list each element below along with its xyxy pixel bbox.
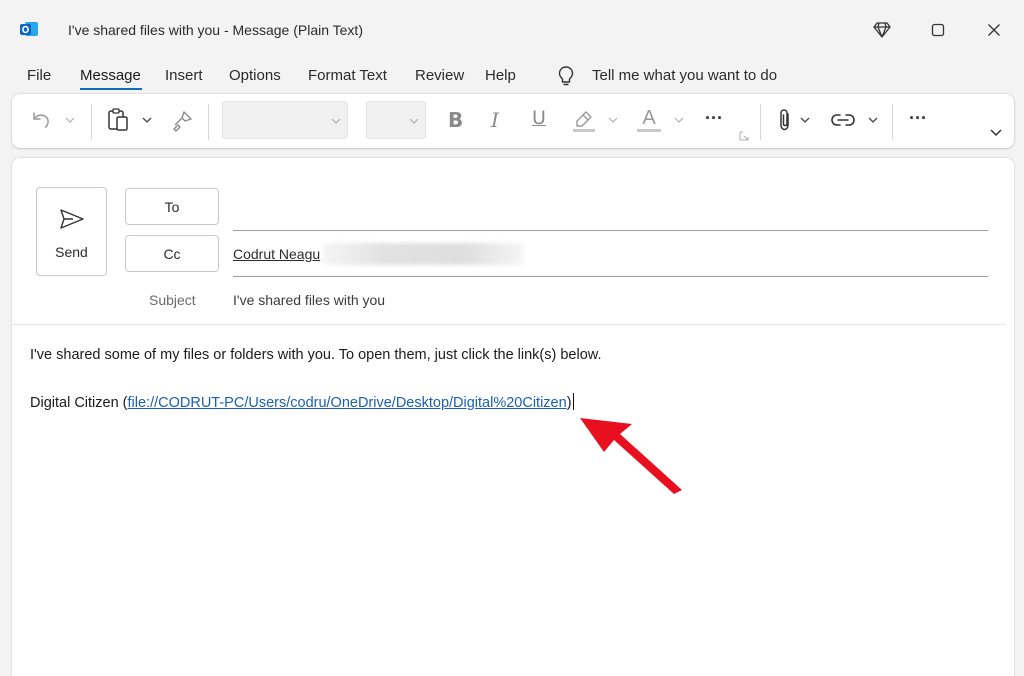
- more-commands-button[interactable]: ···: [904, 106, 932, 130]
- paste-dropdown[interactable]: [140, 112, 154, 128]
- format-painter-icon: [173, 111, 192, 132]
- cc-recipient[interactable]: Codrut Neagu: [233, 246, 320, 262]
- menu-options[interactable]: Options: [229, 67, 281, 84]
- chevron-down-icon: [990, 129, 1002, 137]
- to-field-underline: [233, 230, 988, 231]
- tell-me-search[interactable]: Tell me what you want to do: [592, 67, 777, 84]
- font-color-button[interactable]: A: [634, 105, 664, 135]
- highlighter-icon: [573, 111, 595, 132]
- undo-button[interactable]: [28, 107, 54, 133]
- send-button[interactable]: Send: [36, 187, 107, 276]
- chevron-down-icon: [800, 117, 810, 123]
- maximize-button[interactable]: [924, 16, 952, 44]
- close-icon: [988, 24, 1000, 36]
- bold-button[interactable]: B: [448, 108, 463, 132]
- ribbon-separator: [760, 104, 761, 140]
- ribbon-separator: [208, 104, 209, 140]
- ribbon-toolbar: [12, 94, 1014, 148]
- undo-dropdown[interactable]: [62, 112, 78, 128]
- menu-bar: File Message Insert Options Format Text …: [0, 60, 1024, 92]
- annotation-arrow-icon: [580, 418, 682, 494]
- chevron-down-icon: [608, 117, 618, 123]
- premium-button[interactable]: [868, 16, 896, 44]
- active-tab-indicator: [80, 88, 142, 90]
- menu-message[interactable]: Message: [80, 67, 141, 84]
- attach-file-button[interactable]: [772, 106, 798, 134]
- paperclip-icon: [780, 109, 789, 131]
- title-bar: I've shared files with you - Message (Pl…: [0, 0, 1024, 60]
- undo-icon: [33, 112, 49, 128]
- message-body-line[interactable]: I've shared some of my files or folders …: [30, 347, 601, 363]
- more-format-button[interactable]: ···: [700, 106, 728, 130]
- font-size-dropdown[interactable]: [366, 101, 426, 139]
- paste-button[interactable]: [104, 106, 132, 134]
- menu-file[interactable]: File: [27, 67, 51, 84]
- font-color-letter: A: [642, 107, 656, 129]
- maximize-icon: [931, 23, 945, 37]
- subject-field[interactable]: I've shared files with you: [233, 292, 385, 308]
- dialog-launcher-icon: [739, 131, 749, 141]
- chevron-down-icon: [142, 117, 152, 123]
- outlook-icon: [20, 22, 38, 36]
- to-button[interactable]: To: [125, 188, 219, 225]
- menu-insert[interactable]: Insert: [165, 67, 203, 84]
- chevron-down-icon: [674, 117, 684, 123]
- expand-ribbon-button[interactable]: [986, 124, 1006, 142]
- text-cursor: [572, 393, 574, 410]
- format-dialog-launcher[interactable]: [738, 130, 750, 142]
- subject-label: Subject: [149, 292, 196, 308]
- link-icon: [831, 114, 855, 126]
- underline-button[interactable]: U: [532, 107, 546, 129]
- shared-file-link[interactable]: file://CODRUT-PC/Users/codru/OneDrive/De…: [128, 395, 567, 411]
- redacted-email: [323, 243, 523, 265]
- chevron-down-icon: [409, 118, 419, 124]
- font-family-dropdown[interactable]: [222, 101, 348, 139]
- format-painter-button[interactable]: [168, 107, 196, 135]
- chevron-down-icon: [331, 118, 341, 124]
- lightbulb-icon: [558, 66, 574, 86]
- cc-button[interactable]: Cc: [125, 235, 219, 272]
- ribbon-separator: [892, 104, 893, 140]
- highlight-button[interactable]: [570, 107, 598, 135]
- close-button[interactable]: [980, 16, 1008, 44]
- message-body-link-line[interactable]: Digital Citizen (file://CODRUT-PC/Users/…: [30, 393, 574, 411]
- font-color-swatch: [637, 129, 661, 132]
- link-dropdown[interactable]: [866, 112, 880, 128]
- highlight-dropdown[interactable]: [606, 112, 620, 128]
- diamond-icon: [873, 22, 891, 38]
- cc-field-underline: [233, 276, 988, 277]
- link-name: Digital Citizen: [30, 395, 119, 411]
- to-field[interactable]: [233, 196, 988, 226]
- font-color-dropdown[interactable]: [672, 112, 686, 128]
- menu-format-text[interactable]: Format Text: [308, 67, 387, 84]
- header-body-divider: [12, 324, 1006, 325]
- send-icon: [60, 209, 84, 229]
- chevron-down-icon: [868, 117, 878, 123]
- attach-dropdown[interactable]: [798, 112, 812, 128]
- menu-help[interactable]: Help: [485, 67, 516, 84]
- insert-link-button[interactable]: [828, 107, 858, 133]
- ribbon-separator: [91, 104, 92, 140]
- chevron-down-icon: [65, 117, 75, 123]
- send-label: Send: [55, 244, 88, 260]
- clipboard-icon: [108, 108, 128, 131]
- window-title: I've shared files with you - Message (Pl…: [68, 22, 363, 38]
- italic-button[interactable]: I: [491, 108, 499, 132]
- menu-review[interactable]: Review: [415, 67, 464, 84]
